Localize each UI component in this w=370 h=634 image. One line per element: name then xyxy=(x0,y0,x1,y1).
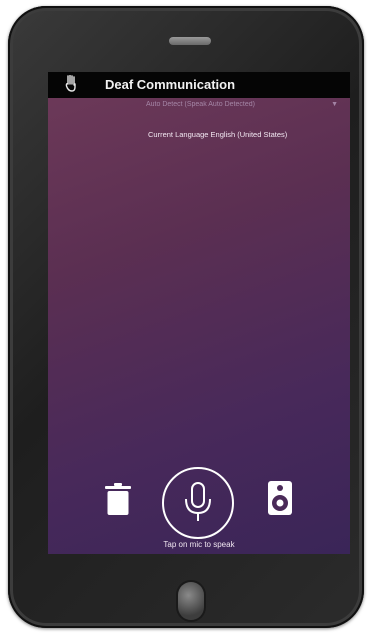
app-bar: Deaf Communication xyxy=(48,72,350,98)
app-title: Deaf Communication xyxy=(105,77,236,92)
speaker-button[interactable] xyxy=(267,480,293,516)
language-select[interactable]: Auto Detect (Speak Auto Detected) ▼ xyxy=(146,101,342,113)
delete-button[interactable] xyxy=(104,482,132,516)
app-screen: Deaf Communication Auto Detect (Speak Au… xyxy=(48,72,350,554)
current-language-label: Current Language English (United States) xyxy=(148,130,288,139)
microphone-button[interactable] xyxy=(162,467,234,539)
trash-icon xyxy=(105,483,131,515)
chevron-down-icon: ▼ xyxy=(331,101,338,108)
speaker-icon xyxy=(268,481,292,515)
hand-sign-icon xyxy=(64,74,78,93)
device-speaker-grille xyxy=(169,37,211,45)
mic-hint-text: Tap on mic to speak xyxy=(163,540,235,549)
language-select-value: Auto Detect (Speak Auto Detected) xyxy=(146,101,255,108)
tablet-frame: Deaf Communication Auto Detect (Speak Au… xyxy=(8,6,364,628)
device-home-button[interactable] xyxy=(178,582,204,620)
microphone-icon xyxy=(185,482,211,521)
